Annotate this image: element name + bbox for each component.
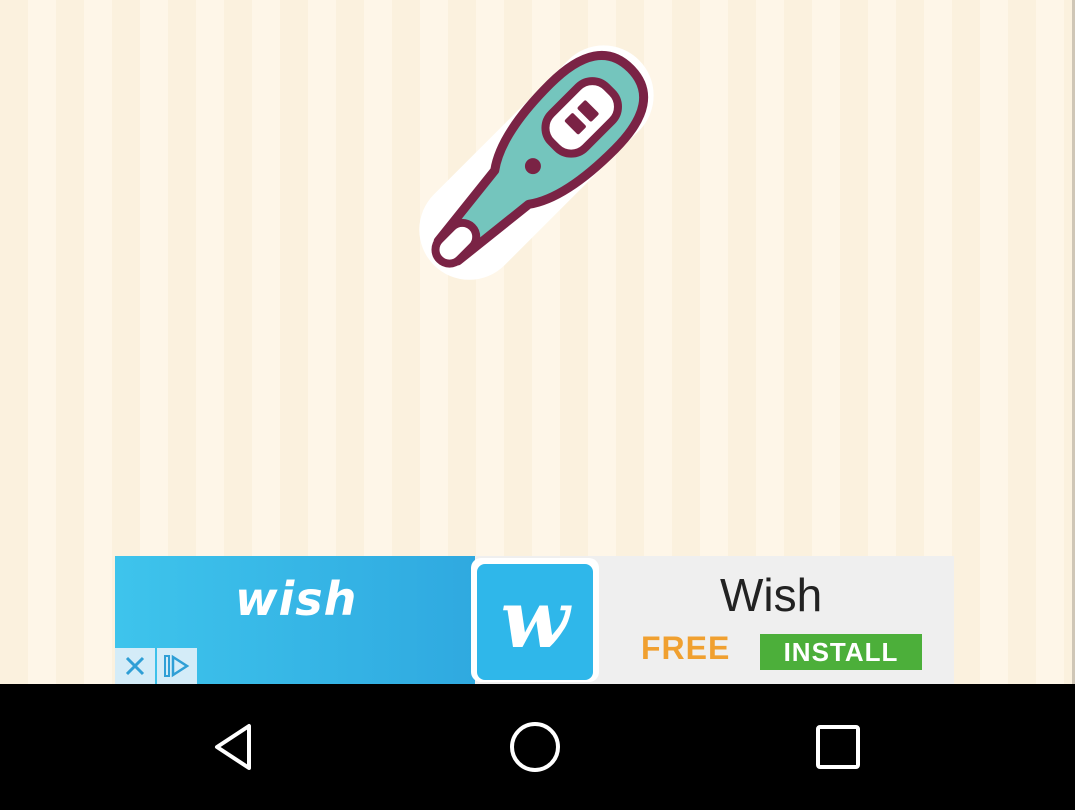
ad-free-label: FREE [641,630,731,666]
install-button[interactable]: INSTALL [760,634,922,670]
adchoices-icon [164,654,190,678]
wish-logo-letter: w [477,564,593,680]
back-triangle-icon [215,724,251,770]
wish-app-logo: w [471,558,599,682]
close-icon [125,656,145,676]
recents-square-icon [816,725,860,769]
home-button[interactable] [505,717,565,777]
back-button[interactable] [204,717,264,777]
game-screen: wish w Wish FREE INSTALL [0,0,1075,684]
ad-brand-text: wish [235,572,358,626]
ad-close-button[interactable] [115,648,155,684]
home-circle-icon [510,722,560,772]
ad-title: Wish [720,569,823,621]
adchoices-button[interactable] [157,648,197,684]
thermometer-icon[interactable] [395,15,685,290]
android-navigation-bar [0,684,1075,810]
ad-banner[interactable]: wish w Wish FREE INSTALL [115,556,954,684]
recents-button[interactable] [808,717,868,777]
